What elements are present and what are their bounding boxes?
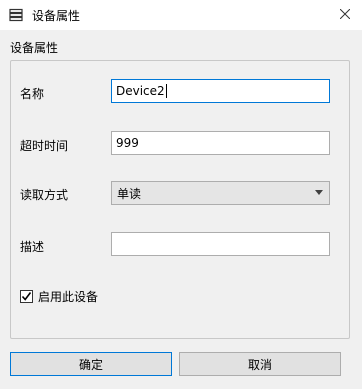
cancel-button[interactable]: 取消 [179, 352, 341, 376]
description-label: 描述 [20, 240, 45, 254]
read-mode-label: 读取方式 [20, 188, 69, 202]
name-value: Device2 [116, 84, 165, 98]
timeout-label: 超时时间 [20, 139, 69, 153]
checkmark-icon [21, 292, 32, 301]
enable-label: 启用此设备 [38, 290, 99, 304]
close-icon [339, 8, 351, 22]
list-icon [8, 7, 24, 23]
read-mode-value: 单读 [117, 186, 142, 201]
timeout-value: 999 [116, 136, 139, 150]
title-bar: 设备属性 [0, 0, 362, 30]
text-caret [165, 84, 167, 98]
ok-button[interactable]: 确定 [10, 352, 172, 376]
timeout-field[interactable]: 999 [111, 131, 330, 155]
read-mode-select[interactable]: 单读 [111, 181, 330, 205]
enable-device-toggle[interactable]: 启用此设备 [20, 288, 98, 305]
close-button[interactable] [328, 0, 362, 30]
description-field[interactable] [111, 232, 330, 256]
window-title: 设备属性 [32, 8, 81, 23]
enable-checkbox[interactable] [20, 290, 33, 303]
name-label: 名称 [20, 87, 45, 101]
chevron-down-icon [315, 190, 323, 195]
group-title: 设备属性 [10, 41, 59, 55]
name-field[interactable]: Device2 [111, 79, 330, 103]
